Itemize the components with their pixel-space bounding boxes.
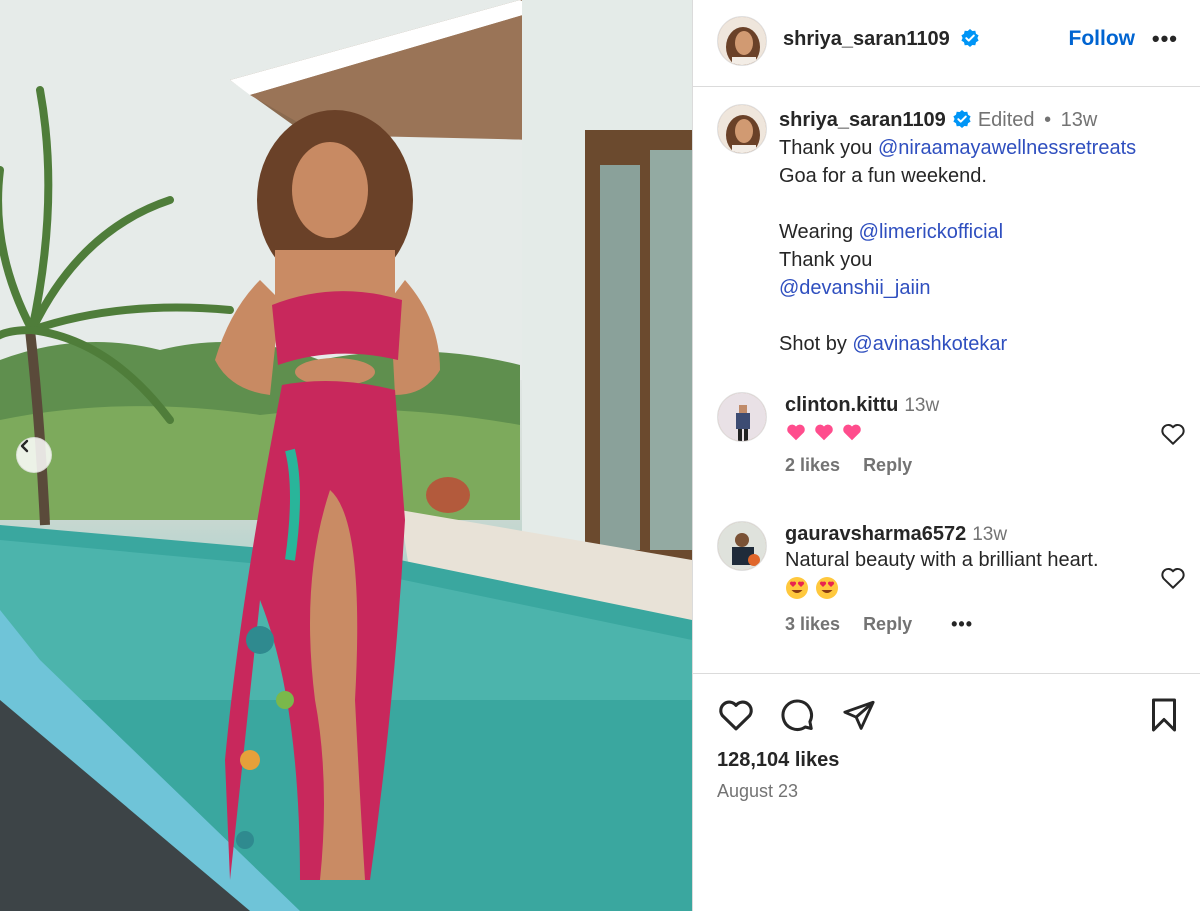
bookmark-icon: [1152, 698, 1176, 732]
post-caption: shriya_saran1109 Edited • 13w Thank you …: [779, 106, 1179, 358]
save-button[interactable]: [1148, 697, 1180, 738]
more-options-button[interactable]: •••: [1152, 28, 1178, 50]
heart-eyes-emoji-icon: [816, 577, 838, 599]
comment-bubble-icon: [781, 699, 813, 731]
author-username[interactable]: shriya_saran1109: [783, 28, 950, 50]
like-comment-button[interactable]: [1160, 566, 1186, 595]
comment-item: clinton.kittu 13w 2 likes Reply: [785, 394, 1180, 476]
author-avatar[interactable]: [717, 16, 767, 66]
share-button[interactable]: [841, 698, 877, 737]
commenter-avatar[interactable]: [717, 392, 767, 442]
mention-link[interactable]: @devanshii_jaiin: [779, 277, 931, 299]
comments-section: shriya_saran1109 Edited • 13w Thank you …: [693, 88, 1200, 673]
comment-username[interactable]: clinton.kittu: [785, 394, 898, 416]
comment-time[interactable]: 13w: [972, 524, 1007, 545]
heart-outline-icon: [1161, 567, 1185, 589]
carousel-prev-button[interactable]: [16, 437, 52, 473]
post-date[interactable]: August 23: [717, 781, 798, 802]
comment-emojis: [785, 576, 1180, 600]
commenter-avatar-image: [718, 393, 766, 441]
pink-heart-emoji-icon: [815, 424, 833, 441]
caption-line: Wearing @limerickofficial: [779, 218, 1179, 246]
like-button[interactable]: [717, 698, 755, 737]
caption-line: Shot by @avinashkotekar: [779, 330, 1179, 358]
post-photo: [0, 0, 692, 911]
caption-text: Shot by: [779, 333, 853, 355]
mention-link[interactable]: @limerickofficial: [859, 221, 1003, 243]
like-comment-button[interactable]: [1160, 422, 1186, 451]
caption-text: Thank you: [779, 137, 878, 159]
caption-line: Thank you @niraamayawellnessretreats: [779, 134, 1179, 162]
reply-button[interactable]: Reply: [863, 455, 912, 475]
post-media[interactable]: [0, 0, 692, 911]
follow-button[interactable]: Follow: [1069, 27, 1136, 51]
caption-text: Thank you: [779, 249, 873, 271]
heart-eyes-emoji-icon: [786, 577, 808, 599]
author-avatar-image: [718, 17, 766, 65]
comment-more-button[interactable]: •••: [951, 614, 973, 634]
pink-heart-emoji-icon: [787, 424, 805, 441]
comment-username[interactable]: gauravsharma6572: [785, 523, 966, 545]
post-details-panel: shriya_saran1109 Follow ••• shriya_saran…: [693, 0, 1200, 911]
comment-emojis: [785, 421, 1180, 443]
caption-meta: shriya_saran1109 Edited • 13w: [779, 106, 1179, 134]
comment-actions: 2 likes Reply: [785, 455, 1180, 476]
reply-button[interactable]: Reply: [863, 614, 912, 634]
comment-time[interactable]: 13w: [904, 395, 939, 416]
comment-item: gauravsharma6572 13w Natural beauty with …: [785, 523, 1180, 635]
heart-outline-icon: [719, 700, 753, 731]
verified-badge-icon: [961, 29, 979, 47]
caption-text: Wearing: [779, 221, 859, 243]
paper-plane-icon: [843, 700, 875, 730]
pink-heart-emoji-icon: [843, 424, 861, 441]
post-header: shriya_saran1109 Follow •••: [693, 0, 1200, 87]
caption-time[interactable]: 13w: [1061, 109, 1098, 131]
edited-label: Edited: [977, 109, 1035, 131]
caption-avatar-image: [718, 105, 766, 153]
likes-count[interactable]: 128,104 likes: [717, 749, 839, 772]
meta-separator: •: [1044, 109, 1052, 131]
mention-link[interactable]: @avinashkotekar: [852, 333, 1007, 355]
commenter-avatar-image: [718, 522, 766, 570]
post-footer: 128,104 likes August 23: [693, 673, 1200, 911]
author-name-row: shriya_saran1109: [783, 28, 980, 51]
mention-link[interactable]: @niraamayawellnessretreats: [878, 137, 1136, 159]
chevron-left-icon: [20, 439, 29, 453]
commenter-avatar[interactable]: [717, 521, 767, 571]
heart-outline-icon: [1161, 423, 1185, 445]
comment-text: Natural beauty with a brilliant heart.: [785, 549, 1099, 571]
comment-likes[interactable]: 3 likes: [785, 614, 840, 634]
caption-avatar[interactable]: [717, 104, 767, 154]
verified-badge-icon: [953, 110, 971, 128]
caption-username[interactable]: shriya_saran1109: [779, 109, 946, 131]
comment-actions: 3 likes Reply •••: [785, 614, 1180, 635]
comment-button[interactable]: [779, 697, 815, 738]
caption-text: Goa for a fun weekend.: [779, 165, 987, 187]
comment-likes[interactable]: 2 likes: [785, 455, 840, 475]
